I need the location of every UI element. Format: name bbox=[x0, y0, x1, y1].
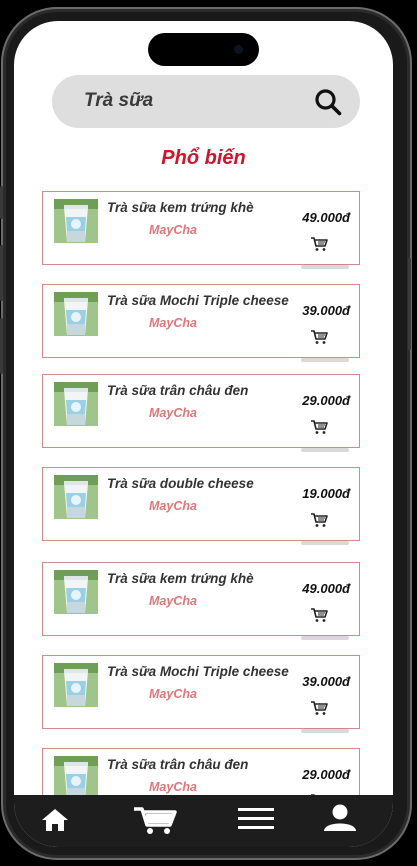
product-image bbox=[54, 382, 98, 426]
product-brand: MayCha bbox=[149, 594, 197, 608]
product-card[interactable]: Trà sữa kem trứng khè MayCha 49.000đ bbox=[42, 191, 360, 269]
product-image bbox=[54, 663, 98, 707]
product-brand: MayCha bbox=[149, 687, 197, 701]
add-to-cart-icon[interactable] bbox=[310, 607, 328, 623]
product-price: 39.000đ bbox=[302, 303, 350, 318]
card-shadow bbox=[301, 358, 349, 362]
section-title: Phổ biến bbox=[161, 147, 246, 169]
card-shadow bbox=[301, 541, 349, 545]
product-card[interactable]: Trà sữa Mochi Triple cheese MayCha 39.00… bbox=[42, 284, 360, 362]
product-price: 29.000đ bbox=[302, 393, 350, 408]
add-to-cart-icon[interactable] bbox=[310, 512, 328, 528]
card-shadow bbox=[301, 729, 349, 733]
add-to-cart-icon[interactable] bbox=[310, 329, 328, 345]
add-to-cart-icon[interactable] bbox=[310, 700, 328, 716]
product-name: Trà sữa kem trứng khè bbox=[107, 571, 254, 586]
card-shadow bbox=[301, 265, 349, 269]
card-shadow bbox=[301, 636, 349, 640]
product-brand: MayCha bbox=[149, 223, 197, 237]
product-image bbox=[54, 292, 98, 336]
product-price: 19.000đ bbox=[302, 486, 350, 501]
search-icon[interactable] bbox=[314, 88, 342, 116]
product-name: Trà sữa Mochi Triple cheese bbox=[107, 664, 289, 679]
side-button bbox=[0, 318, 3, 374]
search-bar[interactable]: Trà sữa bbox=[52, 75, 360, 128]
dynamic-island bbox=[148, 33, 259, 66]
side-button bbox=[0, 186, 3, 219]
home-icon[interactable] bbox=[40, 807, 70, 833]
product-price: 29.000đ bbox=[302, 767, 350, 782]
product-name: Trà sữa kem trứng khè bbox=[107, 200, 254, 215]
user-icon[interactable] bbox=[322, 803, 358, 833]
side-button bbox=[0, 245, 3, 301]
menu-icon[interactable] bbox=[237, 805, 275, 833]
product-brand: MayCha bbox=[149, 499, 197, 513]
product-price: 49.000đ bbox=[302, 210, 350, 225]
cart-icon[interactable] bbox=[132, 803, 178, 835]
product-brand: MayCha bbox=[149, 406, 197, 420]
add-to-cart-icon[interactable] bbox=[310, 419, 328, 435]
product-image bbox=[54, 570, 98, 614]
product-name: Trà sữa Mochi Triple cheese bbox=[107, 293, 289, 308]
product-card[interactable]: Trà sữa trân châu đen MayCha 29.000đ bbox=[42, 374, 360, 452]
product-name: Trà sữa trân châu đen bbox=[107, 757, 249, 772]
product-name: Trà sữa trân châu đen bbox=[107, 383, 249, 398]
product-image bbox=[54, 475, 98, 519]
search-input[interactable]: Trà sữa bbox=[84, 90, 153, 112]
product-card[interactable]: Trà sữa double cheese MayCha 19.000đ bbox=[42, 467, 360, 545]
product-price: 49.000đ bbox=[302, 581, 350, 596]
product-brand: MayCha bbox=[149, 780, 197, 794]
add-to-cart-icon[interactable] bbox=[310, 236, 328, 252]
product-price: 39.000đ bbox=[302, 674, 350, 689]
product-brand: MayCha bbox=[149, 316, 197, 330]
tab-bar bbox=[14, 795, 393, 847]
screen: Trà sữa Phổ biến Trà sữa kem trứng khè M… bbox=[14, 21, 393, 847]
product-image bbox=[54, 756, 98, 800]
product-card[interactable]: Trà sữa kem trứng khè MayCha 49.000đ bbox=[42, 562, 360, 640]
product-name: Trà sữa double cheese bbox=[107, 476, 254, 491]
side-button bbox=[408, 258, 411, 350]
card-shadow bbox=[301, 448, 349, 452]
product-card[interactable]: Trà sữa Mochi Triple cheese MayCha 39.00… bbox=[42, 655, 360, 733]
product-image bbox=[54, 199, 98, 243]
